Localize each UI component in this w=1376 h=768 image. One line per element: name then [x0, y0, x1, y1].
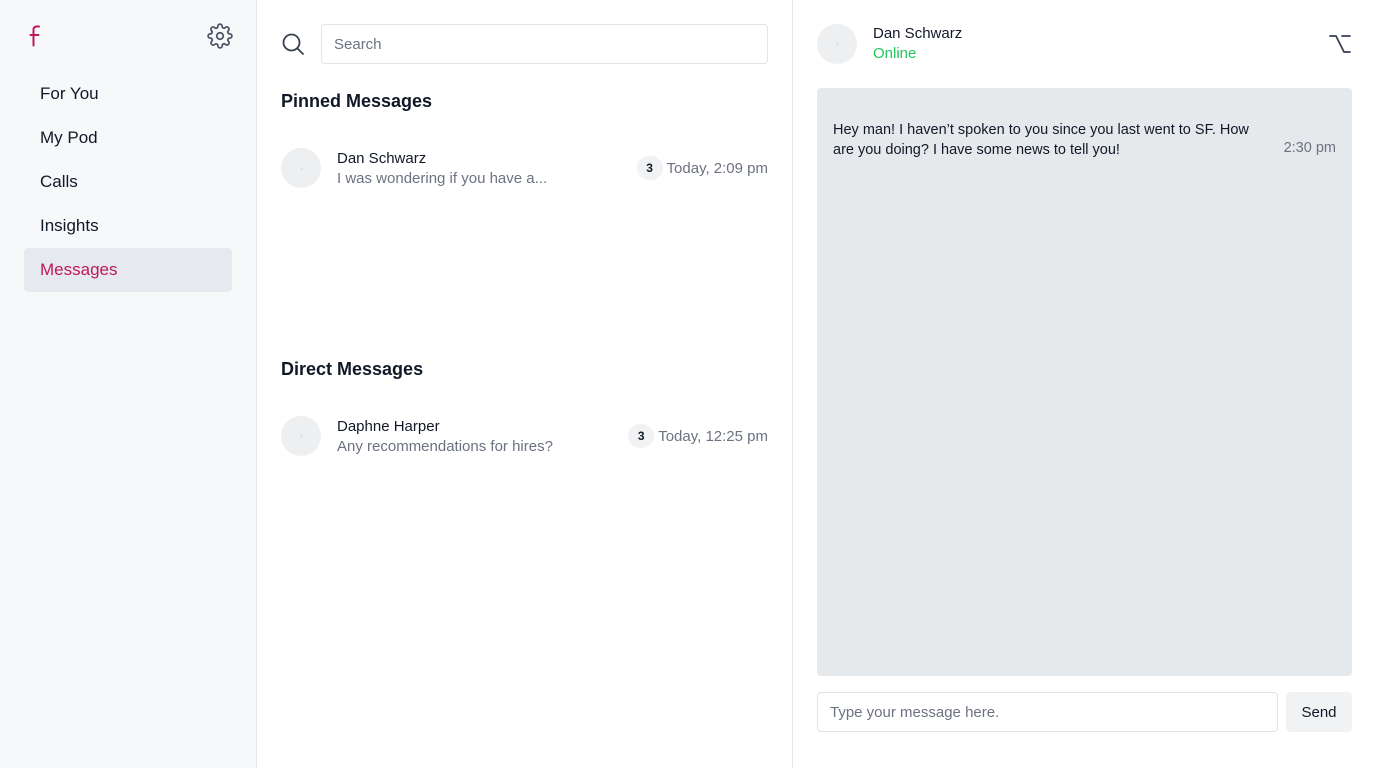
unread-badge: 3 — [636, 156, 663, 180]
main-nav: For You My Pod Calls Insights Messages — [24, 72, 232, 292]
message-time: 2:30 pm — [1283, 140, 1336, 156]
nav-item-my-pod[interactable]: My Pod — [24, 116, 232, 160]
chat-contact-name: Dan Schwarz — [873, 25, 963, 42]
avatar — [281, 148, 321, 188]
conversation-name: Dan Schwarz — [337, 150, 427, 167]
avatar — [817, 24, 857, 64]
conversation-preview: I was wondering if you have a... — [337, 170, 548, 187]
nav-item-calls[interactable]: Calls — [24, 160, 232, 204]
message-text: Hey man! I haven’t spoken to you since y… — [833, 122, 1249, 158]
conversation-list-panel: Pinned Messages Dan Schwarz I was wonder… — [257, 0, 793, 768]
conversation-time: Today, 12:25 pm — [658, 427, 768, 445]
pinned-messages-heading: Pinned Messages — [281, 91, 433, 111]
message-input[interactable] — [817, 692, 1278, 732]
option-key-icon[interactable] — [1327, 31, 1353, 57]
conversation-time: Today, 2:09 pm — [666, 159, 768, 177]
facebook-logo-icon[interactable] — [26, 24, 46, 48]
conversation-preview: Any recommendations for hires? — [337, 438, 553, 455]
sidebar: For You My Pod Calls Insights Messages — [0, 0, 257, 768]
chat-panel: Dan Schwarz Online Hey man! I haven’t sp… — [793, 0, 1376, 768]
conversation-meta: 3 Today, 2:09 pm — [636, 156, 768, 180]
nav-item-messages[interactable]: Messages — [24, 248, 232, 292]
chat-thread: Hey man! I haven’t spoken to you since y… — [817, 88, 1352, 676]
search-input[interactable] — [321, 24, 768, 64]
search-icon[interactable] — [281, 32, 305, 56]
chat-status: Online — [873, 45, 917, 62]
nav-item-insights[interactable]: Insights — [24, 204, 232, 248]
gear-icon[interactable] — [207, 23, 233, 49]
direct-messages-heading: Direct Messages — [281, 359, 424, 379]
conversation-name: Daphne Harper — [337, 418, 440, 435]
conversation-item[interactable]: Dan Schwarz I was wondering if you have … — [281, 140, 768, 196]
conversation-meta: 3 Today, 12:25 pm — [628, 424, 768, 448]
conversation-item[interactable]: Daphne Harper Any recommendations for hi… — [281, 408, 768, 464]
message-bubble: Hey man! I haven’t spoken to you since y… — [833, 120, 1336, 160]
avatar — [281, 416, 321, 456]
nav-item-for-you[interactable]: For You — [24, 72, 232, 116]
unread-badge: 3 — [628, 424, 655, 448]
send-button[interactable]: Send — [1286, 692, 1352, 732]
